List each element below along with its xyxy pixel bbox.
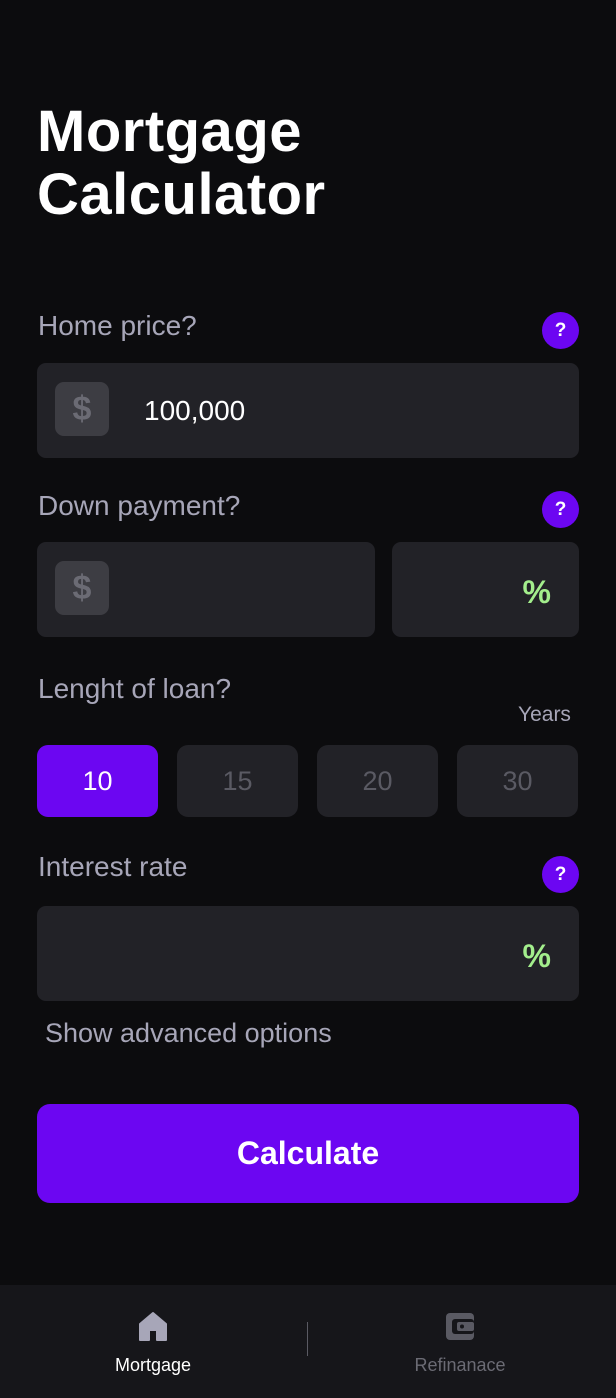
years-unit-label: Years [518,703,571,726]
page-title: Mortgage Calculator [37,100,326,226]
home-price-field[interactable]: $ 100,000 [37,363,579,458]
down-payment-percent-field[interactable]: % [392,542,579,637]
home-price-label: Home price? [38,310,197,341]
term-option-15[interactable]: 15 [177,745,298,817]
term-option-30[interactable]: 30 [457,745,578,817]
term-option-10[interactable]: 10 [37,745,158,817]
down-payment-amount-field[interactable]: $ [37,542,375,637]
home-price-help-icon[interactable]: ? [542,312,579,349]
down-payment-help-icon[interactable]: ? [542,491,579,528]
tab-refinance[interactable]: Refinanace [360,1285,560,1398]
wallet-icon [446,1313,474,1340]
home-price-input[interactable]: 100,000 [144,363,245,458]
bottom-tab-bar: Mortgage Refinanace [0,1285,616,1398]
interest-rate-help-icon[interactable]: ? [542,856,579,893]
tab-divider [307,1322,308,1356]
tab-mortgage[interactable]: Mortgage [53,1285,253,1398]
dollar-icon: $ [55,382,109,436]
percent-icon: % [522,938,551,974]
page-title-line2: Calculator [37,162,326,227]
interest-rate-label: Interest rate [38,851,188,882]
show-advanced-options-link[interactable]: Show advanced options [45,1018,332,1049]
down-payment-label: Down payment? [38,490,241,521]
dollar-icon: $ [55,561,109,615]
term-option-20[interactable]: 20 [317,745,438,817]
loan-length-label: Lenght of loan? [38,673,232,704]
calculate-button[interactable]: Calculate [37,1104,579,1203]
tab-refinance-label: Refinanace [414,1355,506,1375]
page-title-line1: Mortgage [37,99,302,164]
tab-mortgage-label: Mortgage [114,1355,192,1375]
interest-rate-field[interactable]: % [37,906,579,1001]
percent-icon: % [522,574,551,610]
home-icon [139,1312,167,1341]
